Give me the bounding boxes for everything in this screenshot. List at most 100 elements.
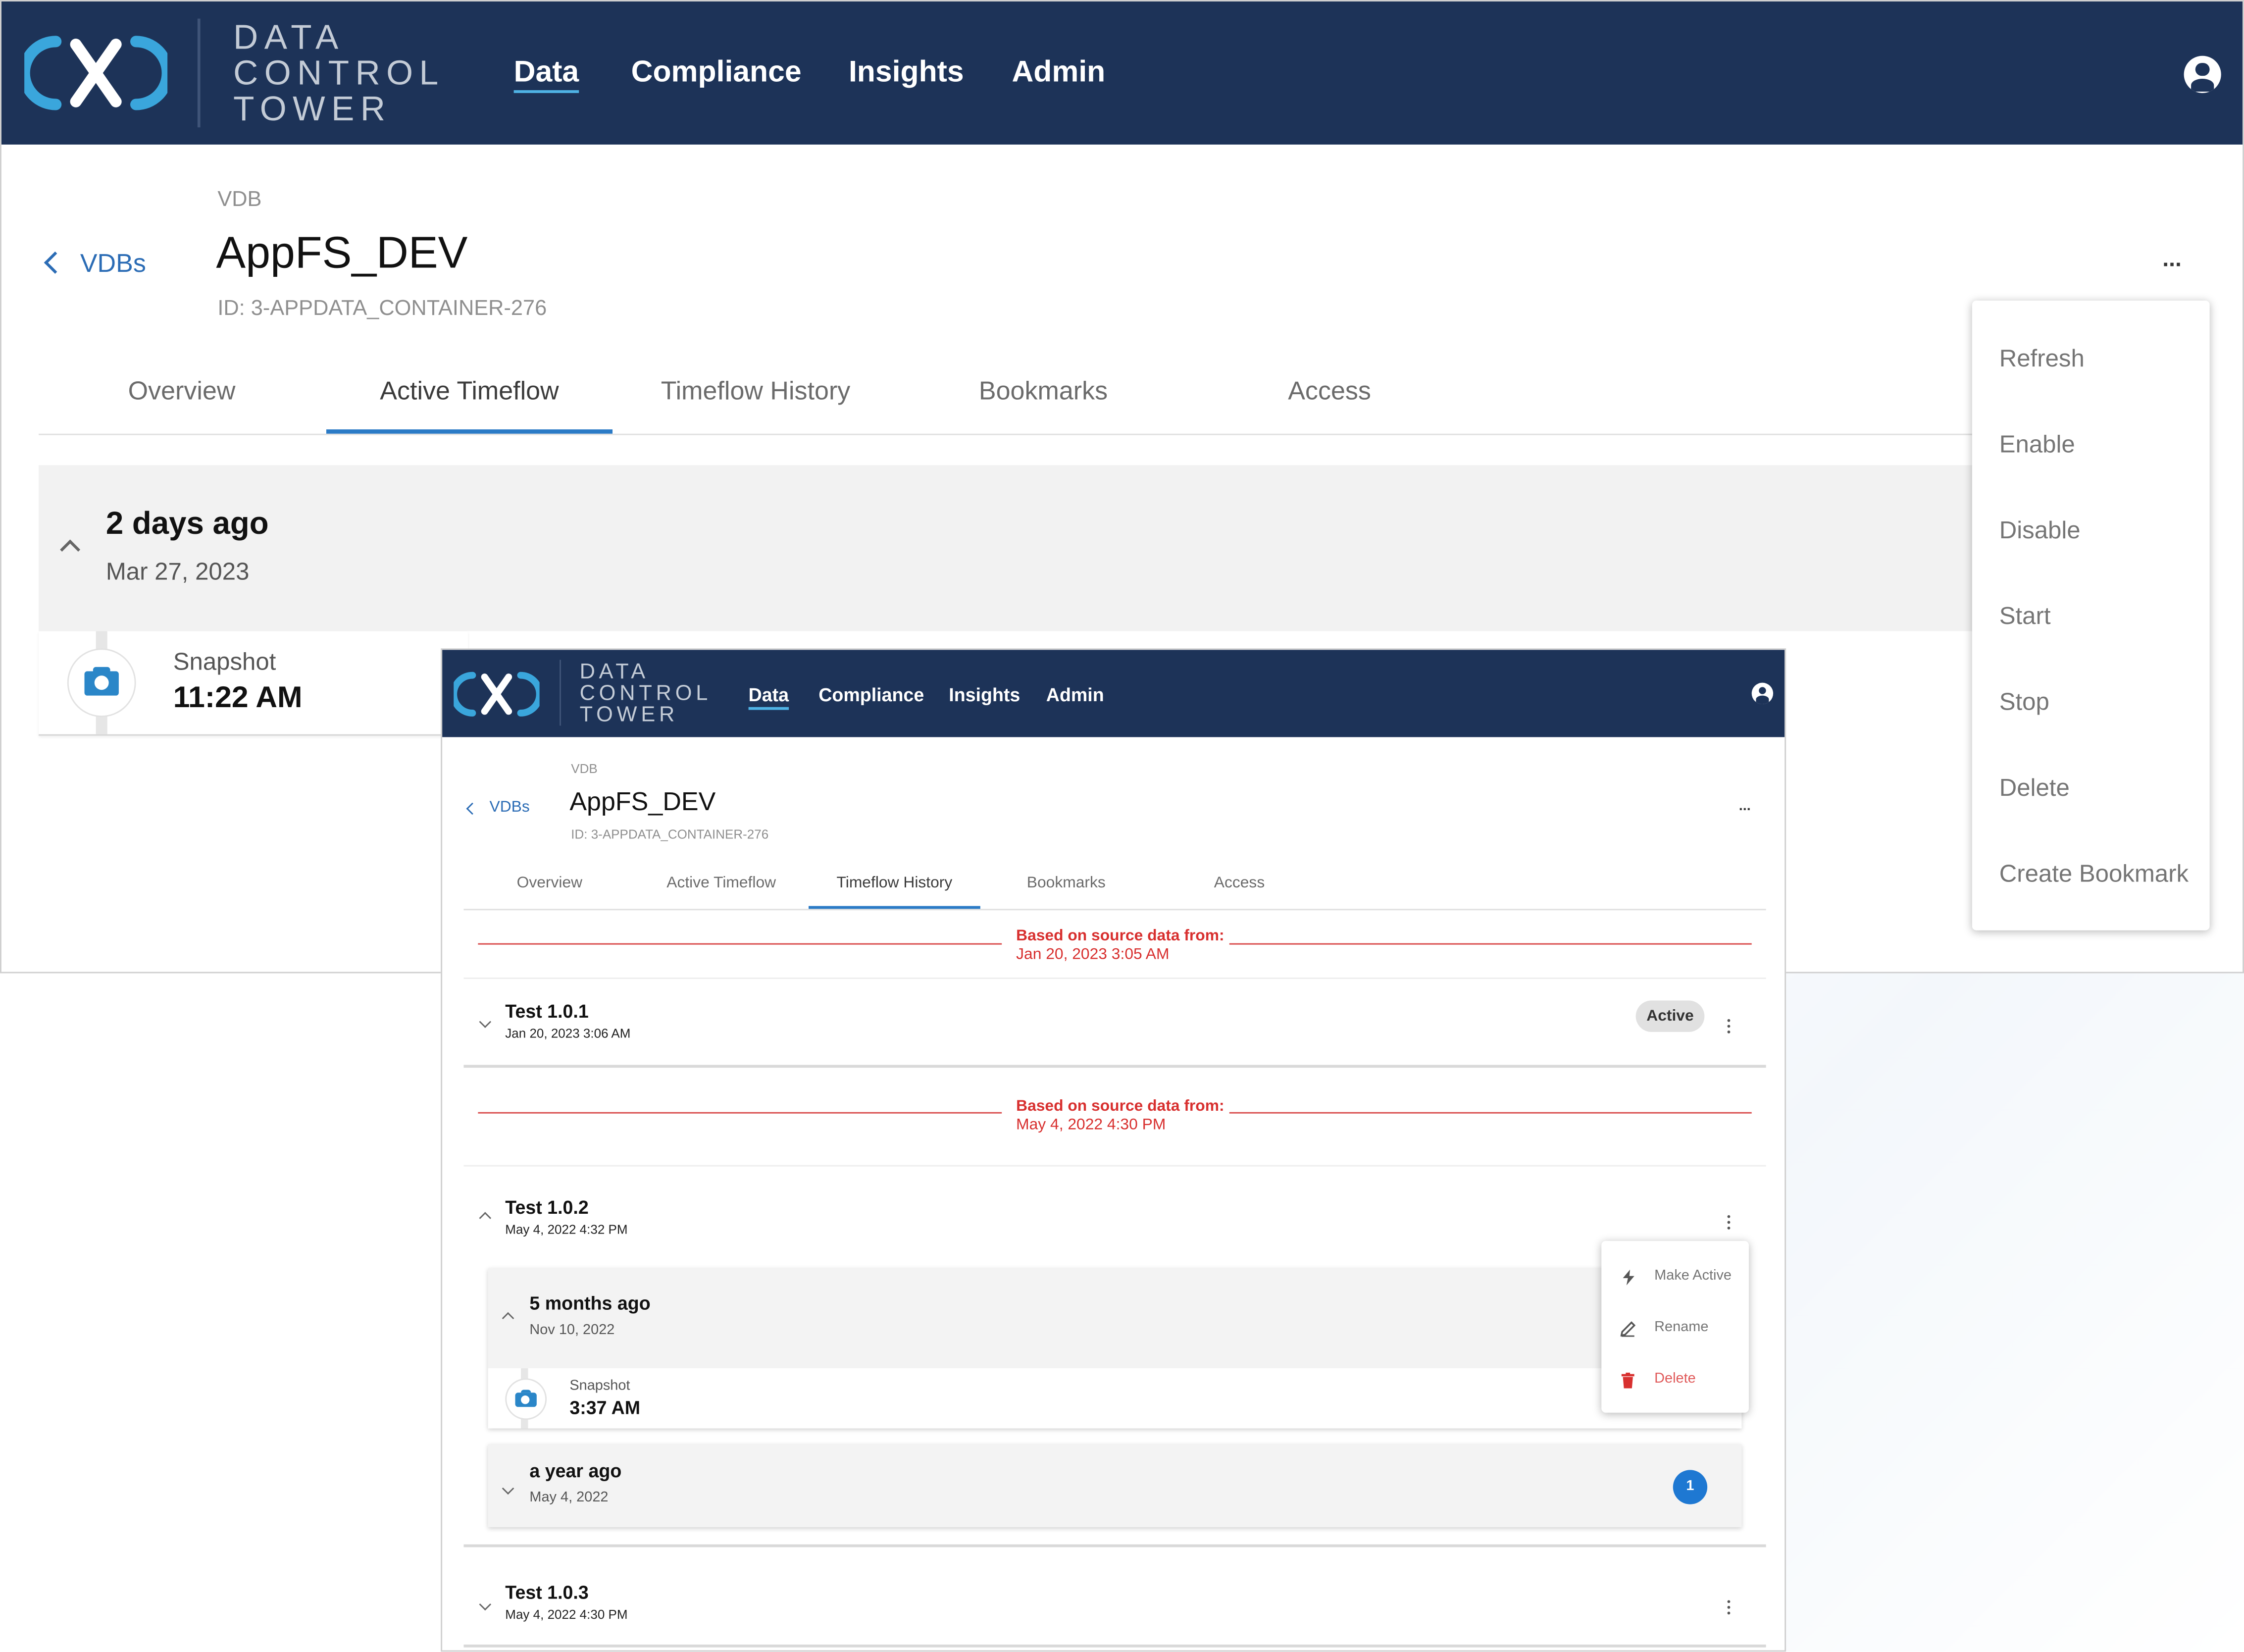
actions-dropdown-menu: Refresh Enable Disable Start Stop Delete… [1972,300,2210,930]
source-divider-left [478,1112,1002,1114]
active-status-badge: Active [1635,1000,1705,1032]
camera-icon [67,648,136,718]
section-divider [463,1165,1766,1167]
camera-icon [505,1378,547,1420]
timeflow-date: May 4, 2022 4:32 PM [505,1222,628,1237]
tab-timeflow-history[interactable]: Timeflow History [612,376,899,407]
brand-line-3: TOWER [233,90,392,129]
active-tab-indicator [809,906,980,909]
row-divider [463,1065,1766,1068]
source-divider-right [1229,943,1752,945]
page-title: AppFS_DEV [569,787,716,816]
menu-stop[interactable]: Stop [1999,688,2049,717]
nav-data[interactable]: Data [749,684,789,706]
tab-bookmarks[interactable]: Bookmarks [900,376,1186,407]
nav-admin[interactable]: Admin [1046,684,1104,706]
page-kind: VDB [217,187,262,212]
logo-icon [454,671,540,717]
menu-delete[interactable]: Delete [1654,1371,1696,1387]
timeflow-date: May 4, 2022 4:30 PM [505,1607,628,1622]
tab-divider [463,909,1766,911]
page-title: AppFS_DEV [216,227,468,278]
expand-chevron-icon[interactable] [479,1016,492,1028]
snapshot-label: Snapshot [173,648,276,676]
pencil-icon [1620,1321,1636,1337]
screenshot-canvas: DATA CONTROL TOWER Data Compliance Insig… [0,0,2244,1652]
snapshot-label: Snapshot [569,1378,630,1394]
timeflow-kebab-icon[interactable] [1727,1019,1732,1036]
snapshot-time: 11:22 AM [173,681,303,715]
menu-disable[interactable]: Disable [1999,516,2081,545]
group-date: Mar 27, 2023 [105,558,250,586]
menu-enable[interactable]: Enable [1999,431,2075,460]
back-chevron-icon[interactable] [44,251,66,274]
snapshot-count-badge: 1 [1673,1470,1708,1504]
menu-refresh[interactable]: Refresh [1999,345,2085,374]
tab-divider [39,433,1999,435]
group-relative-time: a year ago [529,1460,622,1482]
brand-divider [560,660,561,726]
timeflow-group-header[interactable] [39,465,1999,631]
tab-access[interactable]: Access [1154,875,1326,892]
brand-divider [197,18,201,128]
row-divider [463,1544,1766,1548]
menu-create-bookmark[interactable]: Create Bookmark [1999,860,2189,889]
section-divider [463,978,1766,979]
tab-active-timeflow[interactable]: Active Timeflow [326,376,612,407]
source-date: Jan 20, 2023 3:05 AM [1016,946,1170,964]
nav-compliance[interactable]: Compliance [818,684,924,706]
source-date: May 4, 2022 4:30 PM [1016,1116,1166,1134]
back-chevron-icon[interactable] [466,802,479,815]
page-kind: VDB [571,761,598,776]
tab-overview[interactable]: Overview [463,875,635,892]
front-window: DATA CONTROL TOWER Data Compliance Insig… [441,648,1786,1652]
back-link[interactable]: VDBs [489,799,529,816]
timeflow-name: Test 1.0.2 [505,1196,589,1218]
logo-icon [24,36,168,110]
nav-data[interactable]: Data [514,56,579,90]
top-navbar: DATA CONTROL TOWER Data Compliance Insig… [442,650,1785,737]
menu-start[interactable]: Start [1999,603,2051,631]
brand-line-3: TOWER [579,703,679,727]
more-menu-button[interactable]: ... [2162,248,2182,273]
active-tab-indicator [326,429,613,434]
brand-line-2: CONTROL [233,54,445,93]
snapshot-time: 3:37 AM [569,1396,641,1419]
brand-line-1: DATA [233,18,345,57]
row-divider [463,1644,1766,1648]
user-avatar-icon[interactable] [1751,682,1774,705]
tab-timeflow-history[interactable]: Timeflow History [809,875,980,892]
snapshot-group-header[interactable] [488,1444,1742,1527]
menu-make-active[interactable]: Make Active [1654,1268,1732,1284]
expand-chevron-icon[interactable] [479,1598,492,1611]
snapshot-group-header[interactable] [488,1268,1742,1369]
menu-rename[interactable]: Rename [1654,1320,1708,1336]
timeflow-date: Jan 20, 2023 3:06 AM [505,1026,631,1041]
menu-delete[interactable]: Delete [1999,774,2070,803]
tab-bookmarks[interactable]: Bookmarks [980,875,1152,892]
tab-overview[interactable]: Overview [39,376,325,407]
user-avatar-icon[interactable] [2184,55,2221,93]
lightning-icon [1623,1269,1634,1286]
more-menu-button[interactable]: ... [1739,799,1751,815]
nav-admin[interactable]: Admin [1012,56,1105,90]
brand-line-2: CONTROL [579,681,712,706]
timeflow-context-menu: Make Active Rename Delete [1601,1240,1749,1413]
back-link[interactable]: VDBs [80,249,146,279]
nav-compliance[interactable]: Compliance [631,56,802,90]
source-label: Based on source data from: [1016,1097,1224,1115]
timeflow-kebab-icon[interactable] [1727,1600,1732,1617]
collapse-chevron-icon[interactable] [479,1212,492,1224]
brand-line-1: DATA [579,660,650,684]
group-relative-time: 2 days ago [105,505,269,541]
group-date: Nov 10, 2022 [529,1322,615,1339]
nav-insights[interactable]: Insights [849,56,964,90]
timeflow-name: Test 1.0.3 [505,1581,589,1603]
tab-access[interactable]: Access [1186,376,1473,407]
timeflow-kebab-icon[interactable] [1727,1215,1732,1233]
tab-active-timeflow[interactable]: Active Timeflow [635,875,807,892]
top-navbar: DATA CONTROL TOWER Data Compliance Insig… [1,1,2243,145]
group-relative-time: 5 months ago [529,1292,651,1314]
page-id: ID: 3-APPDATA_CONTAINER-276 [217,296,547,321]
nav-insights[interactable]: Insights [949,684,1020,706]
